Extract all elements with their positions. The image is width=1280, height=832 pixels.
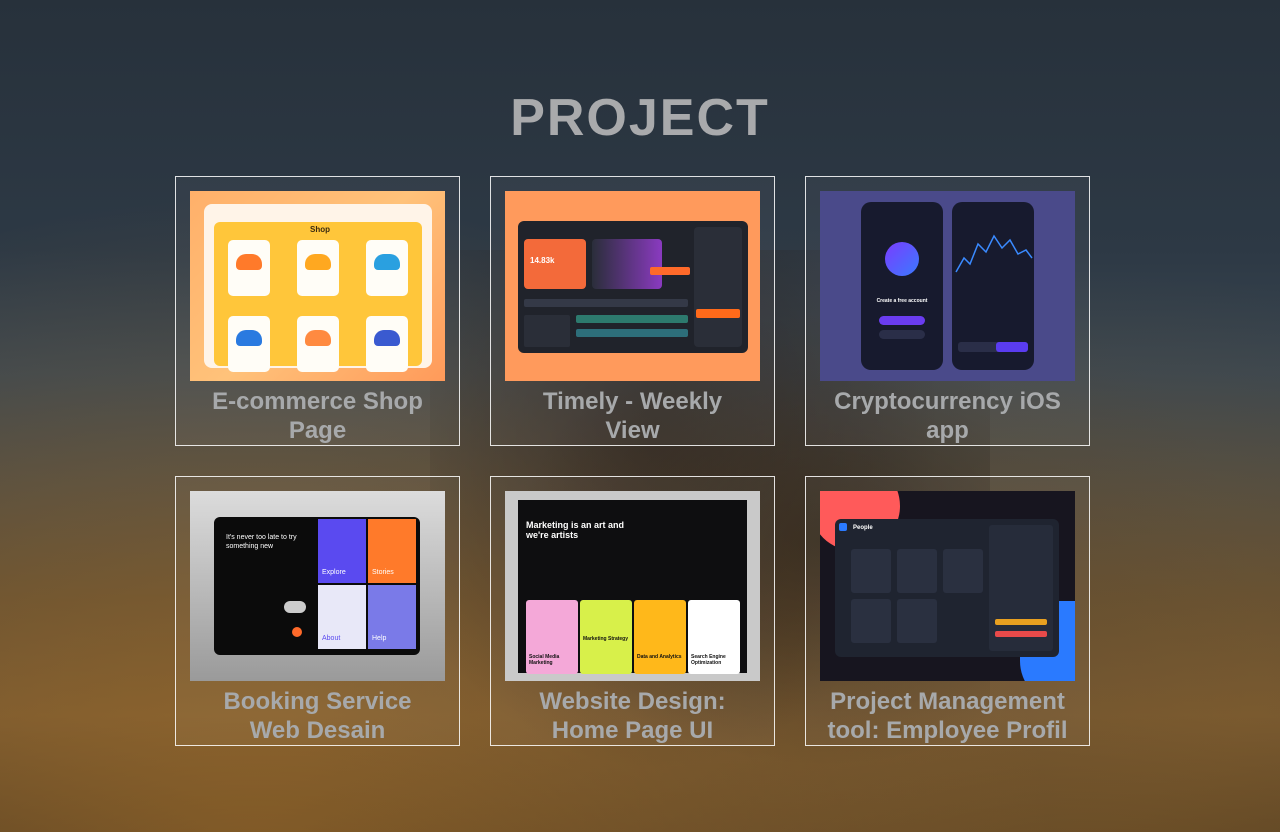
price-chart bbox=[955, 234, 1033, 273]
phone-mockup-right bbox=[952, 202, 1034, 370]
project-thumbnail[interactable]: Create a free account bbox=[820, 191, 1075, 381]
dashboard-mockup: 14.83k bbox=[518, 221, 748, 353]
project-thumbnail[interactable]: People bbox=[820, 491, 1075, 681]
project-title-line1: E-commerce Shop bbox=[212, 388, 423, 415]
project-grid: Shop E-commerce Shop Page 14.83k Timely … bbox=[175, 176, 1091, 746]
crypto-cta: Create a free account bbox=[876, 298, 928, 304]
project-title: E-commerce Shop Page bbox=[176, 387, 459, 445]
employee-dashboard-mockup: People bbox=[835, 519, 1059, 657]
tile-stories: Stories bbox=[372, 569, 394, 576]
page-title: PROJECT bbox=[510, 89, 770, 147]
project-title: Website Design: Home Page UI bbox=[491, 687, 774, 745]
shop-label: Shop bbox=[310, 225, 330, 234]
tile-strategy: Marketing Strategy bbox=[583, 636, 629, 642]
project-title-line2: View bbox=[605, 417, 660, 444]
website-mockup: Marketing is an art and we're artists So… bbox=[518, 500, 747, 674]
project-title: Timely - Weekly View bbox=[491, 387, 774, 445]
project-title-line1: Website Design: bbox=[539, 688, 726, 715]
project-title-line2: Page bbox=[288, 417, 347, 444]
project-card-ecommerce[interactable]: Shop E-commerce Shop Page bbox=[175, 176, 460, 446]
project-card-crypto[interactable]: Create a free account Cryptocurrency iOS… bbox=[805, 176, 1090, 446]
tile-social: Social Media Marketing bbox=[529, 654, 560, 666]
booking-headline: It's never too late to try something new bbox=[226, 534, 297, 550]
shop-mockup: Shop bbox=[204, 204, 432, 372]
website-headline: Marketing is an art and we're artists bbox=[526, 520, 625, 540]
project-thumbnail[interactable]: Shop bbox=[190, 191, 445, 381]
project-title: Cryptocurrency iOS app bbox=[806, 387, 1089, 445]
project-title-line2: Web Desain bbox=[249, 717, 386, 744]
project-title-line1: Project Management bbox=[830, 688, 1065, 715]
project-card-website[interactable]: Marketing is an art and we're artists So… bbox=[490, 476, 775, 746]
project-title: Booking Service Web Desain bbox=[176, 687, 459, 745]
stat-value: 14.83k bbox=[530, 256, 555, 265]
tile-help: Help bbox=[372, 635, 387, 642]
project-card-pm-tool[interactable]: People Project Management tool: Employee… bbox=[805, 476, 1090, 746]
tile-about: About bbox=[322, 635, 341, 642]
project-title-line2: app bbox=[926, 417, 969, 444]
project-title-line1: Timely - Weekly bbox=[542, 388, 723, 415]
project-card-booking[interactable]: It's never too late to try something new… bbox=[175, 476, 460, 746]
tile-seo: Search Engine Optimization bbox=[691, 654, 726, 666]
project-title-line2: tool: Employee Profil bbox=[827, 717, 1068, 744]
project-title-line1: Cryptocurrency iOS bbox=[834, 388, 1061, 415]
project-card-timely[interactable]: 14.83k Timely - Weekly View bbox=[490, 176, 775, 446]
tablet-mockup: It's never too late to try something new… bbox=[214, 517, 420, 655]
tile-explore: Explore bbox=[322, 569, 346, 576]
tile-data: Data and Analytics bbox=[637, 654, 682, 660]
project-thumbnail[interactable]: 14.83k bbox=[505, 191, 760, 381]
people-label: People bbox=[853, 525, 873, 531]
project-title-line2: Home Page UI bbox=[551, 717, 714, 744]
phone-mockup-left: Create a free account bbox=[861, 202, 943, 370]
project-thumbnail[interactable]: Marketing is an art and we're artists So… bbox=[505, 491, 760, 681]
project-title: Project Management tool: Employee Profil bbox=[806, 687, 1089, 745]
project-thumbnail[interactable]: It's never too late to try something new… bbox=[190, 491, 445, 681]
project-title-line1: Booking Service bbox=[223, 688, 412, 715]
